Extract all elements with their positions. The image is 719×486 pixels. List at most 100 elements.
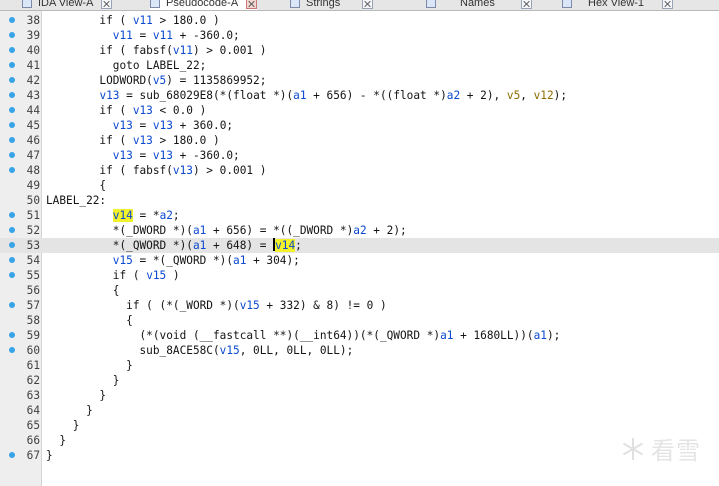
code-line[interactable]: 46 if ( v13 > 180.0 )	[0, 133, 719, 148]
code-text[interactable]: if ( v11 > 180.0 )	[46, 13, 219, 28]
code-line[interactable]: 43 v13 = sub_68029E8(*(float *)(a1 + 656…	[0, 88, 719, 103]
variable-token[interactable]: v11	[153, 29, 173, 42]
variable-token[interactable]: a1	[440, 329, 453, 342]
code-line[interactable]: 62 }	[0, 373, 719, 388]
variable-token[interactable]: v11	[173, 44, 193, 57]
code-text[interactable]: sub_8ACE58C(v15, 0LL, 0LL, 0LL);	[46, 343, 354, 358]
variable-token[interactable]: v11	[113, 29, 133, 42]
code-text[interactable]: }	[46, 373, 120, 388]
code-line[interactable]: 49 {	[0, 178, 719, 193]
code-text[interactable]: v13 = sub_68029E8(*(float *)(a1 + 656) -…	[46, 88, 567, 103]
code-line[interactable]: 51 v14 = *a2;	[0, 208, 719, 223]
breakpoint-dot-icon[interactable]	[9, 47, 15, 53]
variable-token[interactable]: v13	[133, 104, 153, 117]
variable-token[interactable]: v15	[146, 269, 166, 282]
code-text[interactable]: if ( (*(_WORD *)(v15 + 332) & 8) != 0 )	[46, 298, 387, 313]
code-line[interactable]: 66 }	[0, 433, 719, 448]
code-text[interactable]: v14 = *a2;	[46, 208, 180, 223]
code-text[interactable]: v15 = *(_QWORD *)(a1 + 304);	[46, 253, 300, 268]
breakpoint-dot-icon[interactable]	[9, 212, 15, 218]
code-text[interactable]: v11 = v11 + -360.0;	[46, 28, 240, 43]
code-line[interactable]: 60 sub_8ACE58C(v15, 0LL, 0LL, 0LL);	[0, 343, 719, 358]
breakpoint-dot-icon[interactable]	[9, 347, 15, 353]
variable-token[interactable]: v15	[113, 254, 133, 267]
variable-token[interactable]: v11	[133, 14, 153, 27]
breakpoint-dot-icon[interactable]	[9, 227, 15, 233]
tab-names[interactable]: Names	[426, 0, 532, 10]
code-text[interactable]: (*(void (__fastcall **)(__int64))(*(_QWO…	[46, 328, 561, 343]
code-line[interactable]: 40 if ( fabsf(v11) > 0.001 )	[0, 43, 719, 58]
breakpoint-dot-icon[interactable]	[9, 62, 15, 68]
variable-token[interactable]: v13	[153, 149, 173, 162]
variable-token[interactable]: a2	[447, 89, 460, 102]
code-text[interactable]: v13 = v13 + -360.0;	[46, 148, 240, 163]
code-text[interactable]: }	[46, 433, 66, 448]
code-line[interactable]: 47 v13 = v13 + -360.0;	[0, 148, 719, 163]
variable-token[interactable]: v5	[507, 89, 520, 102]
code-text[interactable]: if ( v13 > 180.0 )	[46, 133, 219, 148]
variable-token[interactable]: v13	[99, 89, 119, 102]
code-line[interactable]: 53 *(_QWORD *)(a1 + 648) = v14;	[0, 238, 719, 253]
tab-ida-view[interactable]: IDA View-A	[22, 0, 113, 10]
code-line[interactable]: 42 LODWORD(v5) = 1135869952;	[0, 73, 719, 88]
code-line[interactable]: 64 }	[0, 403, 719, 418]
code-text[interactable]: *(_QWORD *)(a1 + 648) = v14;	[46, 238, 302, 253]
code-line[interactable]: 57 if ( (*(_WORD *)(v15 + 332) & 8) != 0…	[0, 298, 719, 313]
variable-token[interactable]: v13	[153, 119, 173, 132]
variable-token[interactable]: a2	[160, 209, 173, 222]
breakpoint-dot-icon[interactable]	[9, 92, 15, 98]
variable-token[interactable]: v13	[113, 119, 133, 132]
breakpoint-dot-icon[interactable]	[9, 272, 15, 278]
code-text[interactable]: if ( fabsf(v13) > 0.001 )	[46, 163, 266, 178]
variable-token[interactable]: a1	[534, 329, 547, 342]
code-line[interactable]: 61 }	[0, 358, 719, 373]
code-text[interactable]: }	[46, 418, 80, 433]
breakpoint-dot-icon[interactable]	[9, 257, 15, 263]
code-text[interactable]: LODWORD(v5) = 1135869952;	[46, 73, 266, 88]
code-line[interactable]: 58 {	[0, 313, 719, 328]
code-text[interactable]: {	[46, 178, 106, 193]
variable-token[interactable]: a1	[233, 254, 246, 267]
code-line[interactable]: 65 }	[0, 418, 719, 433]
code-text[interactable]: {	[46, 313, 133, 328]
breakpoint-dot-icon[interactable]	[9, 32, 15, 38]
tab-pseudocode[interactable]: Pseudocode-A	[150, 0, 258, 10]
variable-token[interactable]: v5	[153, 74, 166, 87]
close-icon[interactable]	[520, 0, 532, 9]
code-text[interactable]: LABEL_22:	[46, 193, 106, 208]
code-line[interactable]: 56 {	[0, 283, 719, 298]
breakpoint-dot-icon[interactable]	[9, 332, 15, 338]
code-text[interactable]: *(_DWORD *)(a1 + 656) = *((_DWORD *)a2 +…	[46, 223, 407, 238]
close-icon[interactable]	[362, 0, 374, 9]
code-line[interactable]: 39 v11 = v11 + -360.0;	[0, 28, 719, 43]
code-line[interactable]: 59 (*(void (__fastcall **)(__int64))(*(_…	[0, 328, 719, 343]
variable-token[interactable]: v12	[534, 89, 554, 102]
variable-token[interactable]: v15	[240, 299, 260, 312]
close-icon[interactable]	[662, 0, 674, 9]
close-icon[interactable]	[101, 0, 113, 9]
code-text[interactable]: if ( v13 < 0.0 )	[46, 103, 206, 118]
variable-token[interactable]: v15	[220, 344, 240, 357]
variable-token[interactable]: v14	[112, 209, 133, 222]
variable-token[interactable]: v14	[275, 239, 296, 252]
breakpoint-dot-icon[interactable]	[9, 452, 15, 458]
code-line[interactable]: 45 v13 = v13 + 360.0;	[0, 118, 719, 133]
code-text[interactable]: }	[46, 403, 93, 418]
breakpoint-dot-icon[interactable]	[9, 107, 15, 113]
breakpoint-dot-icon[interactable]	[9, 17, 15, 23]
code-text[interactable]: goto LABEL_22;	[46, 58, 207, 73]
code-line[interactable]: 52 *(_DWORD *)(a1 + 656) = *((_DWORD *)a…	[0, 223, 719, 238]
breakpoint-dot-icon[interactable]	[9, 167, 15, 173]
code-line[interactable]: 44 if ( v13 < 0.0 )	[0, 103, 719, 118]
code-line[interactable]: 54 v15 = *(_QWORD *)(a1 + 304);	[0, 253, 719, 268]
code-text[interactable]: if ( fabsf(v11) > 0.001 )	[46, 43, 266, 58]
variable-token[interactable]: v13	[173, 164, 193, 177]
code-text[interactable]: }	[46, 388, 106, 403]
variable-token[interactable]: a1	[193, 239, 206, 252]
variable-token[interactable]: a1	[193, 224, 206, 237]
breakpoint-dot-icon[interactable]	[9, 77, 15, 83]
variable-token[interactable]: v13	[113, 149, 133, 162]
code-line[interactable]: 63 }	[0, 388, 719, 403]
code-line[interactable]: 50 LABEL_22:	[0, 193, 719, 208]
breakpoint-dot-icon[interactable]	[9, 242, 15, 248]
